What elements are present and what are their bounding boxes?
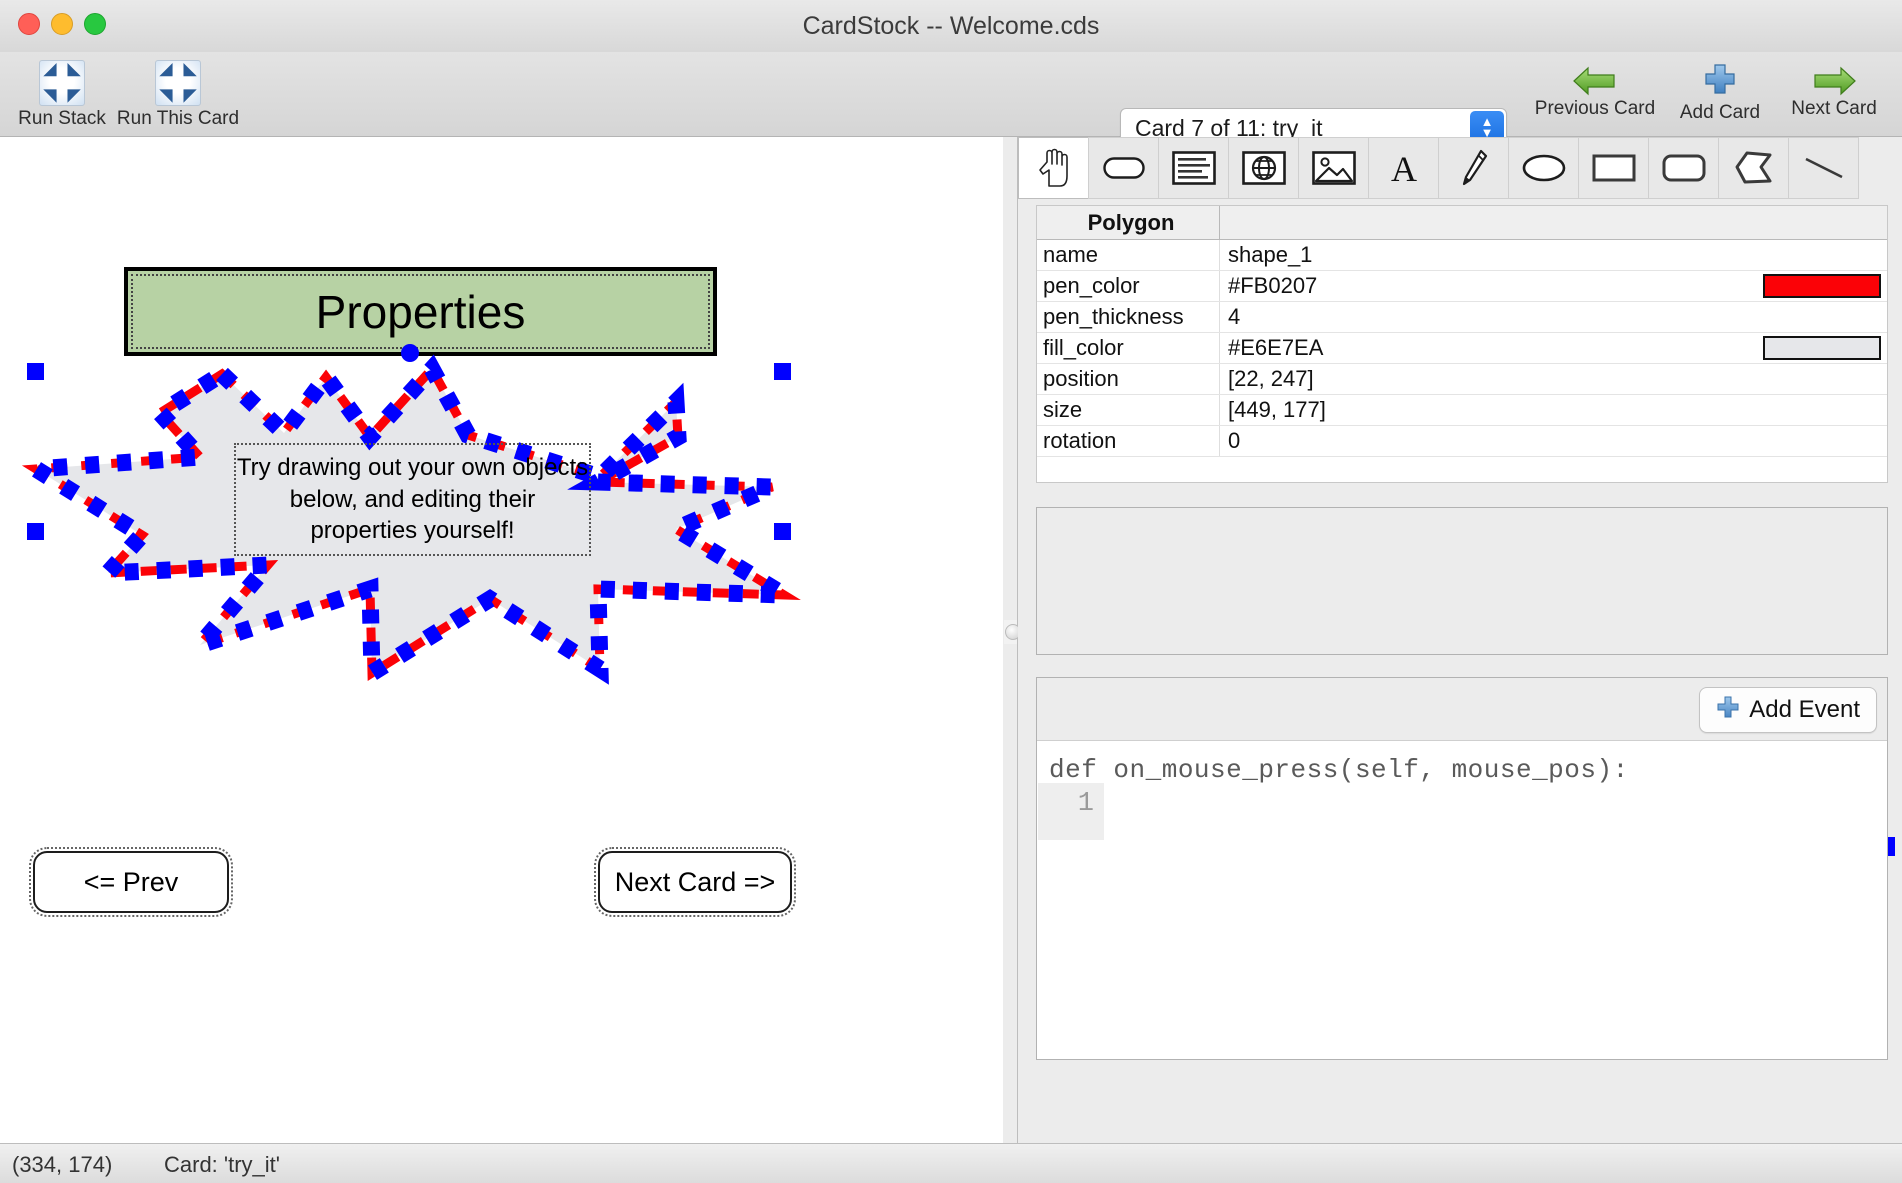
property-grid[interactable]: Polygon name shape_1 pen_color #FB0207 p…: [1036, 205, 1888, 483]
webview-tool[interactable]: [1228, 137, 1299, 199]
tool-palette: A: [1018, 137, 1902, 201]
empty-inspector-panel[interactable]: [1036, 507, 1888, 655]
rectangle-tool[interactable]: [1578, 137, 1649, 199]
main-toolbar: ◢ ◣ ◥ ◤ Run Stack ◢ ◣ ◥ ◤ Run This Card …: [0, 52, 1902, 148]
letter-a-icon: A: [1386, 150, 1422, 186]
arrow-right-icon: [1811, 64, 1857, 98]
fill-color-swatch[interactable]: [1763, 336, 1881, 360]
next-card-button-canvas[interactable]: Next Card =>: [594, 847, 796, 917]
plus-icon: [1716, 695, 1740, 726]
window-title: CardStock -- Welcome.cds: [802, 12, 1100, 40]
prev-card-button-canvas[interactable]: <= Prev: [29, 847, 233, 917]
property-value[interactable]: #FB0207: [1220, 271, 1887, 301]
pencil-icon: [1459, 148, 1489, 188]
globe-icon: [1241, 151, 1286, 185]
property-key: rotation: [1037, 426, 1220, 456]
property-key: fill_color: [1037, 333, 1220, 363]
oval-tool[interactable]: [1508, 137, 1579, 199]
next-card-label: Next Card: [1791, 98, 1877, 119]
pen-color-swatch[interactable]: [1763, 274, 1881, 298]
title-bar: CardStock -- Welcome.cds: [0, 0, 1902, 53]
textfield-tool[interactable]: [1158, 137, 1229, 199]
property-header-row: Polygon: [1037, 206, 1887, 240]
property-row-name[interactable]: name shape_1: [1037, 240, 1887, 271]
cardstock-window: CardStock -- Welcome.cds ◢ ◣ ◥ ◤ Run Sta…: [0, 0, 1902, 1183]
property-row-pen_color[interactable]: pen_color #FB0207: [1037, 271, 1887, 302]
property-row-size[interactable]: size [449, 177]: [1037, 395, 1887, 426]
property-value-text: #E6E7EA: [1228, 335, 1324, 360]
inspector-pane: A Polygon name shape_1 pen_color #FB0207…: [1018, 137, 1902, 1143]
add-event-button[interactable]: Add Event: [1699, 687, 1877, 733]
add-card-label: Add Card: [1679, 102, 1761, 123]
property-header-value: [1220, 206, 1887, 239]
image-tool[interactable]: [1298, 137, 1369, 199]
previous-card-label: Previous Card: [1534, 98, 1656, 119]
property-key: size: [1037, 395, 1220, 425]
property-key: position: [1037, 364, 1220, 394]
property-type-label: Polygon: [1037, 206, 1220, 239]
property-key: name: [1037, 240, 1220, 270]
button-selection-outline: [594, 847, 796, 917]
handler-signature: def on_mouse_press(self, mouse_pos):: [1049, 755, 1629, 785]
code-editor-header: Add Event: [1037, 678, 1887, 741]
button-tool[interactable]: [1088, 137, 1159, 199]
expand-icon: ◢ ◣ ◥ ◤: [155, 60, 201, 106]
current-card-name: Card: 'try_it': [164, 1152, 280, 1177]
polygon-tool[interactable]: [1718, 137, 1789, 199]
arrow-left-icon: [1572, 64, 1618, 98]
property-value[interactable]: 4: [1220, 302, 1887, 332]
button-selection-outline: [29, 847, 233, 917]
roundrect-tool[interactable]: [1648, 137, 1719, 199]
svg-text:A: A: [1391, 150, 1417, 186]
property-row-rotation[interactable]: rotation 0: [1037, 426, 1887, 457]
splitter-grip[interactable]: [1004, 620, 1021, 644]
polygon-icon: [1734, 151, 1774, 185]
expand-icon: ◢ ◣ ◥ ◤: [39, 60, 85, 106]
hand-tool[interactable]: [1018, 137, 1089, 199]
selection-handle-bottom-right[interactable]: [774, 523, 791, 540]
card-canvas[interactable]: Properties Try drawing out your own obje…: [0, 137, 1004, 1143]
property-value-text: #FB0207: [1228, 273, 1318, 298]
add-card-button[interactable]: Add Card: [1668, 62, 1772, 124]
plus-icon: [1700, 62, 1740, 102]
rectangle-icon: [1592, 154, 1636, 182]
line-icon: [1802, 154, 1846, 182]
message-text: Try drawing out your own objects below, …: [236, 453, 589, 545]
property-key: pen_color: [1037, 271, 1220, 301]
property-key: pen_thickness: [1037, 302, 1220, 332]
property-value[interactable]: 0: [1220, 426, 1887, 456]
textfield-icon: [1171, 151, 1216, 185]
property-row-fill_color[interactable]: fill_color #E6E7EA: [1037, 333, 1887, 364]
code-editor-panel[interactable]: Add Event def on_mouse_press(self, mouse…: [1036, 677, 1888, 1060]
property-value[interactable]: [22, 247]: [1220, 364, 1887, 394]
hand-icon: [1037, 148, 1071, 188]
textlabel-tool[interactable]: A: [1368, 137, 1439, 199]
run-this-card-button[interactable]: ◢ ◣ ◥ ◤ Run This Card: [110, 60, 246, 130]
selection-handle-top-right[interactable]: [774, 363, 791, 380]
image-icon: [1311, 151, 1356, 185]
pen-tool[interactable]: [1438, 137, 1509, 199]
previous-card-button[interactable]: Previous Card: [1528, 62, 1662, 120]
run-stack-button[interactable]: ◢ ◣ ◥ ◤ Run Stack: [18, 60, 106, 130]
next-card-button[interactable]: Next Card: [1778, 62, 1890, 120]
property-value[interactable]: [449, 177]: [1220, 395, 1887, 425]
run-stack-label: Run Stack: [18, 108, 106, 129]
polygon-shape[interactable]: [0, 137, 1003, 1143]
add-event-label: Add Event: [1749, 696, 1860, 723]
property-row-position[interactable]: position [22, 247]: [1037, 364, 1887, 395]
rounded-rectangle-icon: [1662, 154, 1706, 182]
line-tool[interactable]: [1788, 137, 1859, 199]
rounded-pill-icon: [1102, 156, 1145, 180]
message-textbox[interactable]: Try drawing out your own objects below, …: [234, 443, 591, 556]
property-row-pen_thickness[interactable]: pen_thickness 4: [1037, 302, 1887, 333]
status-bar: (334, 174) Card: 'try_it': [0, 1143, 1902, 1183]
oval-icon: [1521, 153, 1567, 183]
selection-handle-top-left[interactable]: [27, 363, 44, 380]
selection-handle-bottom-left[interactable]: [27, 523, 44, 540]
line-number-gutter: 1: [1038, 783, 1104, 840]
property-value[interactable]: #E6E7EA: [1220, 333, 1887, 363]
run-this-card-label: Run This Card: [116, 108, 240, 129]
property-value[interactable]: shape_1: [1220, 240, 1887, 270]
mouse-position: (334, 174): [12, 1152, 113, 1177]
